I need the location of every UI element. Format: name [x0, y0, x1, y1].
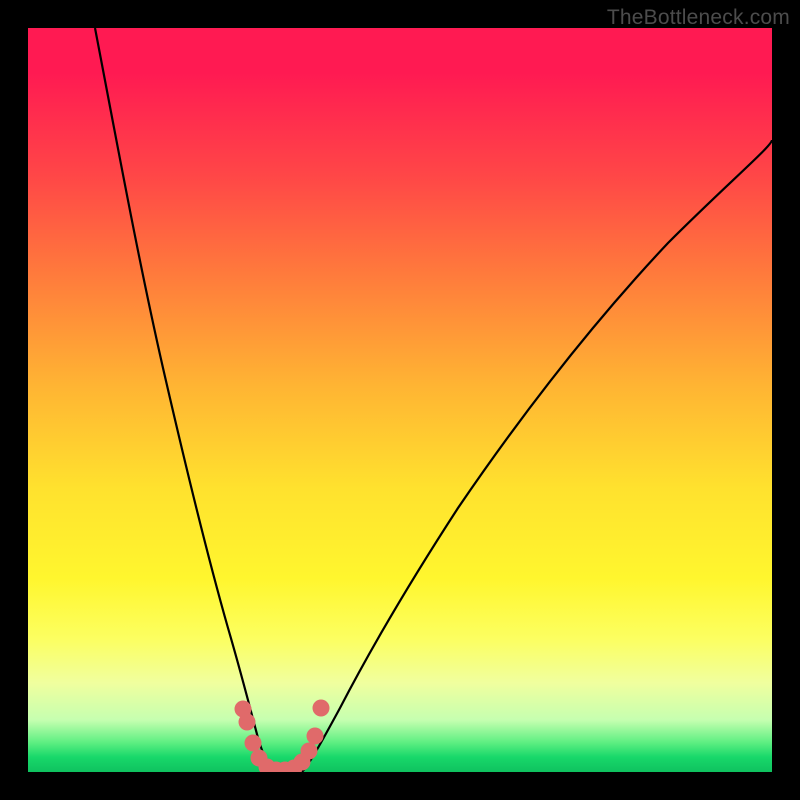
marker-dot: [307, 728, 324, 745]
marker-dot: [239, 714, 256, 731]
chart-frame: TheBottleneck.com: [0, 0, 800, 800]
curve-right-branch: [302, 140, 772, 772]
marker-dot: [245, 735, 262, 752]
plot-area: [28, 28, 772, 772]
marker-dot: [313, 700, 330, 717]
bottom-markers: [235, 700, 330, 773]
marker-dot: [301, 743, 318, 760]
bottleneck-curve: [28, 28, 772, 772]
curve-left-branch: [95, 28, 274, 772]
watermark-text: TheBottleneck.com: [607, 6, 790, 30]
